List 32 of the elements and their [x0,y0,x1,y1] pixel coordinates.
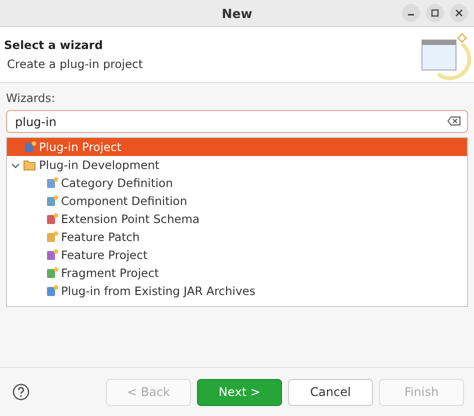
folder-icon [23,158,37,172]
wizard-icon [45,284,59,298]
filter-field[interactable]: plug-in [6,110,468,133]
wizard-button[interactable]: Cancel [288,378,373,406]
wizard-icon [45,194,59,208]
wizard-icon [45,266,59,280]
wizard-icon [45,248,59,262]
wizards-label: Wizards: [6,91,56,105]
close-button[interactable] [450,4,468,22]
tree-item[interactable]: Feature Project [7,246,467,264]
tree-item[interactable]: Extension Point Schema [7,210,467,228]
help-icon[interactable] [12,383,30,401]
tree-item[interactable]: Feature Patch [7,228,467,246]
clear-icon[interactable] [447,116,461,126]
wizard-icon [23,140,37,154]
minimize-button[interactable] [402,4,420,22]
wizard-icon [45,176,59,190]
maximize-icon [430,8,440,18]
tree-item[interactable]: Category Definition [7,174,467,192]
tree-item[interactable]: Component Definition [7,192,467,210]
wizard-icon [45,212,59,226]
page-description: Create a plug-in project [6,57,143,71]
tree-item[interactable]: Plug-in Development [7,156,467,174]
wizard-icon [45,230,59,244]
window-title: New [222,6,252,20]
tree-item[interactable]: Plug-in Project [7,138,467,156]
maximize-button[interactable] [426,4,444,22]
page-title: Select a wizard [4,38,104,52]
chevron-down-icon[interactable] [11,160,20,170]
tree-item[interactable]: Fragment Project [7,264,467,282]
tree-item[interactable]: Plug-in from Existing JAR Archives [7,282,467,300]
close-icon [454,8,464,18]
